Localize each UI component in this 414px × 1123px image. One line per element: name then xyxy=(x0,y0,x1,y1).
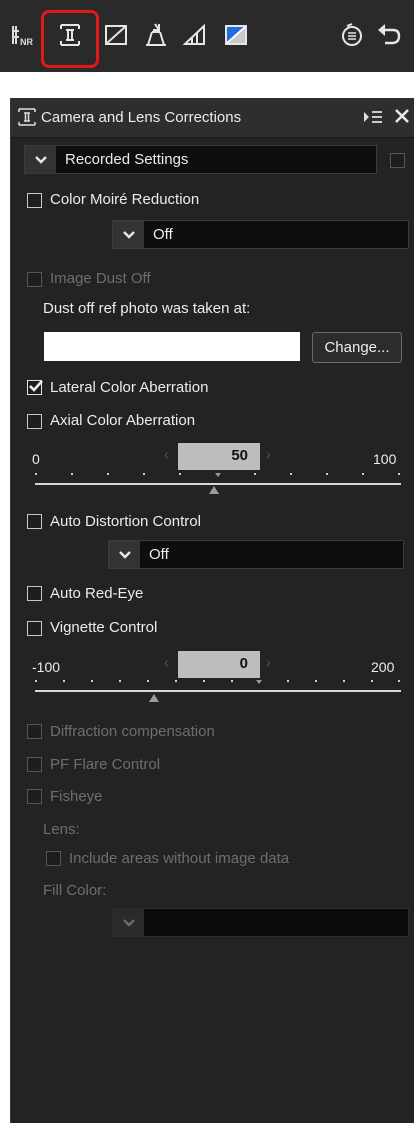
increase-arrow-icon[interactable]: › xyxy=(266,654,271,670)
color-moire-label: Color Moiré Reduction xyxy=(50,191,200,208)
vignette-min-label: -100 xyxy=(32,659,61,675)
auto-distortion-checkbox[interactable] xyxy=(27,514,42,529)
recorded-settings-value: Recorded Settings xyxy=(65,151,189,168)
increase-arrow-icon[interactable]: › xyxy=(266,446,271,462)
fill-color-label: Fill Color: xyxy=(43,882,107,899)
include-areas-checkbox[interactable] xyxy=(46,851,61,866)
retouch-brush-icon[interactable]: NR xyxy=(10,22,36,48)
panel-title-bar: Camera and Lens Corrections xyxy=(11,98,414,138)
axial-slider-thumb[interactable] xyxy=(209,486,219,494)
axial-slider-track[interactable] xyxy=(35,483,401,485)
auto-distortion-label: Auto Distortion Control xyxy=(50,513,201,530)
straighten-icon[interactable] xyxy=(103,22,129,48)
diffraction-label: Diffraction compensation xyxy=(50,723,215,740)
dust-ref-label: Dust off ref photo was taken at: xyxy=(43,300,251,317)
pf-flare-checkbox[interactable] xyxy=(27,757,42,772)
vignette-control-checkbox[interactable] xyxy=(27,621,42,636)
svg-text:NR: NR xyxy=(20,37,33,47)
fisheye-label: Fisheye xyxy=(50,788,103,805)
vignette-slider-track[interactable] xyxy=(35,690,401,692)
history-icon[interactable] xyxy=(339,22,365,48)
include-areas-label: Include areas without image data xyxy=(69,850,290,867)
image-dust-off-checkbox[interactable] xyxy=(27,272,42,287)
crop-icon[interactable] xyxy=(182,22,208,48)
color-moire-value: Off xyxy=(153,226,173,243)
close-icon[interactable] xyxy=(394,107,410,129)
vignette-ticks xyxy=(35,680,401,684)
camera-lens-corrections-panel: Camera and Lens Corrections Recorded Set… xyxy=(10,98,414,1123)
axial-value: 50 xyxy=(231,447,248,464)
lateral-color-aberration-checkbox[interactable] xyxy=(27,380,43,395)
camera-lens-corrections-icon xyxy=(17,107,37,131)
chevron-down-icon xyxy=(113,909,144,936)
panel-menu-icon[interactable] xyxy=(363,108,383,130)
vignette-value: 0 xyxy=(239,655,248,672)
selected-tool-highlight xyxy=(41,10,99,68)
panel-title: Camera and Lens Corrections xyxy=(41,109,242,126)
auto-distortion-dropdown[interactable]: Off xyxy=(108,540,404,569)
axial-color-aberration-label: Axial Color Aberration xyxy=(50,412,196,429)
axial-ticks xyxy=(35,473,401,477)
auto-red-eye-checkbox[interactable] xyxy=(27,586,42,601)
lens-label: Lens: xyxy=(43,821,80,838)
axial-max-label: 100 xyxy=(373,451,397,467)
pf-flare-label: PF Flare Control xyxy=(50,756,161,773)
decrease-arrow-icon[interactable]: ‹ xyxy=(164,654,169,670)
image-dust-off-label: Image Dust Off xyxy=(50,270,151,287)
auto-red-eye-label: Auto Red-Eye xyxy=(50,585,144,602)
vignette-value-field[interactable]: 0 xyxy=(178,651,260,678)
fill-color-dropdown[interactable] xyxy=(112,908,409,937)
chevron-down-icon xyxy=(113,221,144,248)
perspective-control-icon[interactable] xyxy=(143,22,169,48)
axial-color-aberration-checkbox[interactable] xyxy=(27,414,42,429)
recorded-settings-enable-checkbox[interactable] xyxy=(390,153,405,168)
vignette-max-label: 200 xyxy=(371,659,395,675)
axial-value-field[interactable]: 50 xyxy=(178,443,260,470)
undo-icon[interactable] xyxy=(376,22,402,48)
decrease-arrow-icon[interactable]: ‹ xyxy=(164,446,169,462)
chevron-down-icon xyxy=(25,146,56,173)
toolbar: NR xyxy=(0,0,414,72)
lateral-color-aberration-label: Lateral Color Aberration xyxy=(50,379,209,396)
auto-distortion-value: Off xyxy=(149,546,169,563)
axial-min-label: 0 xyxy=(32,451,40,467)
vignette-slider-thumb[interactable] xyxy=(149,694,159,702)
color-adjust-icon[interactable] xyxy=(223,22,249,48)
chevron-down-icon xyxy=(109,541,140,568)
vignette-control-label: Vignette Control xyxy=(50,619,158,636)
fisheye-checkbox[interactable] xyxy=(27,789,42,804)
color-moire-dropdown[interactable]: Off xyxy=(112,220,409,249)
diffraction-checkbox[interactable] xyxy=(27,724,42,739)
recorded-settings-dropdown[interactable]: Recorded Settings xyxy=(24,145,377,174)
color-moire-checkbox[interactable] xyxy=(27,193,42,208)
change-button[interactable]: Change... xyxy=(312,332,402,363)
dust-ref-date-field[interactable] xyxy=(44,332,300,361)
